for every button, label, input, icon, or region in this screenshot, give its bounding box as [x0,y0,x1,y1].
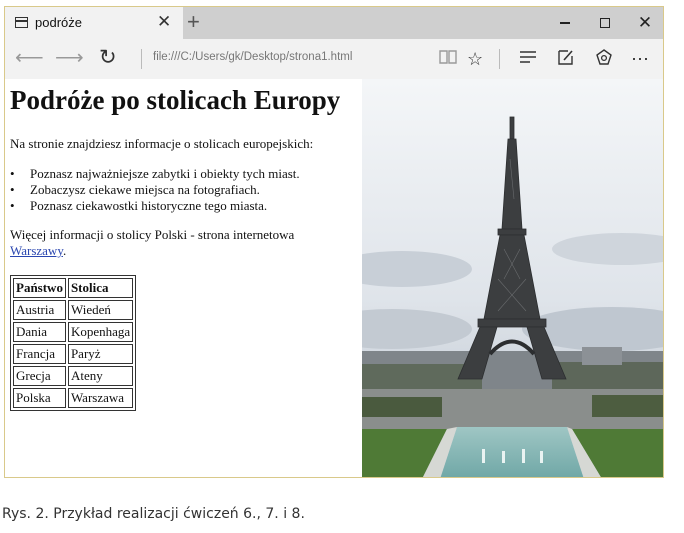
capital-cell: Kopenhaga [67,322,134,342]
list-item: • Zobaczysz ciekawe miejsca na fotografia… [10,182,260,197]
table-row: Grecja Ateny [13,366,134,386]
bullet-icon: • [10,198,15,213]
country-cell: Polska [13,388,66,408]
more-menu-icon[interactable]: ⋯ [631,48,649,70]
forward-arrow-icon[interactable]: ⟶ [55,47,84,69]
title-bar: podróże ✕ + ✕ [5,7,663,39]
hub-icon[interactable] [519,48,537,70]
table-header-row: Państwo Stolica [13,278,134,298]
country-cell: Dania [13,322,66,342]
more-info-text: Więcej informacji o stolicy Polski - str… [10,227,295,242]
capital-cell: Wiedeń [67,300,134,320]
web-page: Podróże po stolicach Europy Na stronie z… [5,79,663,477]
address-divider [141,49,142,69]
more-info-period: . [62,243,67,258]
reading-view-icon[interactable] [439,48,457,70]
table-row: Polska Warszawa [13,388,134,408]
intro-text: Na stronie znajdziesz informacje o stoli… [10,136,314,151]
country-cell: Austria [13,300,66,320]
minimize-icon [560,22,570,24]
share-icon[interactable] [595,48,613,71]
capitals-table: Państwo Stolica Austria Wiedeń Dania Kopen… [10,275,137,411]
table-row: Austria Wiedeń [13,300,134,320]
table-row: Francja Paryż [13,344,134,364]
web-note-icon[interactable] [557,48,575,71]
maximize-icon [600,18,610,28]
close-window-button[interactable]: ✕ [625,7,663,39]
capital-cell: Ateny [67,366,134,386]
page-icon [15,17,28,28]
browser-window: podróże ✕ + ✕ ⟵ ⟶ ↻ file:///C:/Users/gk/… [4,6,664,478]
back-arrow-icon[interactable]: ⟵ [15,47,44,69]
list-item: • Poznasz ciekawostki historyczne tego mi… [10,198,268,213]
close-icon: ✕ [637,13,653,32]
tab-close-icon[interactable]: ✕ [157,12,171,32]
refresh-icon[interactable]: ↻ [99,47,117,69]
capital-cell: Paryż [67,344,134,364]
warsaw-link[interactable]: Warszawy [10,243,63,258]
page-title: Podróże po stolicach Europy [10,85,341,115]
tab-title: podróże [35,15,82,30]
header-capital: Stolica [67,278,134,298]
eiffel-tower-photo [362,79,663,477]
figure-caption: Rys. 2. Przykład realizacji ćwiczeń 6., … [2,506,305,522]
table-row: Dania Kopenhaga [13,322,134,342]
capital-cell: Warszawa [67,388,134,408]
new-tab-icon[interactable]: + [187,10,200,34]
favorite-star-icon[interactable]: ☆ [467,48,483,70]
country-cell: Grecja [13,366,66,386]
maximize-button[interactable] [585,7,625,39]
country-cell: Francja [13,344,66,364]
toolbar-divider [499,49,500,69]
address-bar[interactable]: file:///C:/Users/gk/Desktop/strona1.html [153,51,352,63]
navigation-bar: ⟵ ⟶ ↻ file:///C:/Users/gk/Desktop/strona… [5,39,663,79]
bullet-icon: • [10,166,15,181]
list-item: • Poznasz najważniejsze zabytki i obiekty… [10,166,300,181]
browser-tab[interactable]: podróże ✕ [5,7,183,39]
header-country: Państwo [13,278,66,298]
bullet-list: • Poznasz najważniejsze zabytki i obiekty… [10,166,300,214]
bullet-icon: • [10,182,15,197]
more-info: Więcej informacji o stolicy Polski - str… [10,227,294,259]
minimize-button[interactable] [545,7,585,39]
